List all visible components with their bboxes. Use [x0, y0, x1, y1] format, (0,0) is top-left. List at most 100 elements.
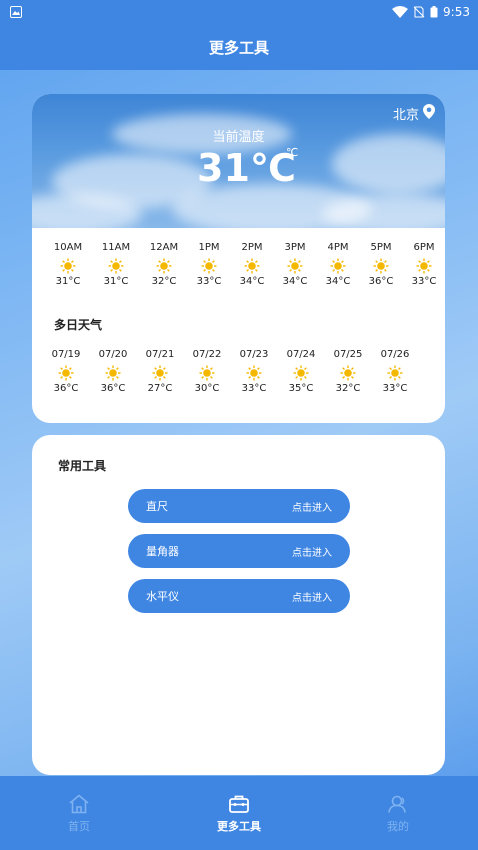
- sun-icon: [279, 363, 323, 383]
- hour-time: 1PM: [198, 242, 220, 253]
- status-time: 9:53: [443, 5, 470, 19]
- day-temp: 30°C: [194, 383, 220, 394]
- day-temp: 36°C: [53, 383, 79, 394]
- ruler-button[interactable]: 直尺 点击进入: [128, 489, 350, 523]
- level-button[interactable]: 水平仪 点击进入: [128, 579, 350, 613]
- notification-icon: [10, 6, 22, 18]
- day-temp: 27°C: [147, 383, 173, 394]
- hour-item: 1PM 33°C: [187, 242, 231, 290]
- sun-icon: [142, 256, 186, 276]
- status-bar: 9:53: [0, 0, 478, 24]
- tools-card: 常用工具 直尺 点击进入 量角器 点击进入 水平仪 点击进入: [32, 435, 445, 775]
- hour-time: 3PM: [284, 242, 306, 253]
- city-name: 北京: [392, 108, 419, 123]
- weather-card: 北京 当前温度 31℃ ℃ 10AM 31°C 11AM 31°C 12AM 3…: [32, 94, 445, 423]
- sun-icon: [138, 363, 182, 383]
- tools-title: 常用工具: [58, 459, 107, 473]
- hour-item: 10AM 31°C: [46, 242, 90, 290]
- hour-time: 6PM: [413, 242, 435, 253]
- sun-icon: [187, 256, 231, 276]
- location-pin-icon: [423, 104, 435, 123]
- hour-time: 10AM: [53, 242, 83, 253]
- nav-tools[interactable]: 更多工具: [199, 794, 279, 834]
- hour-temp: 31°C: [55, 276, 81, 287]
- hour-item: 2PM 34°C: [230, 242, 274, 290]
- hour-temp: 31°C: [103, 276, 129, 287]
- day-item: 07/26 33°C: [373, 349, 417, 397]
- sky-banner: 北京 当前温度 31℃ ℃: [32, 94, 445, 228]
- day-temp: 35°C: [288, 383, 314, 394]
- sun-icon: [185, 363, 229, 383]
- day-temp: 32°C: [335, 383, 361, 394]
- day-date: 07/26: [380, 349, 410, 360]
- tool-enter-label: 点击进入: [292, 502, 332, 514]
- day-date: 07/20: [98, 349, 128, 360]
- no-sim-icon: [413, 6, 425, 18]
- nav-profile[interactable]: 我的: [358, 794, 438, 834]
- day-item: 07/23 33°C: [232, 349, 276, 397]
- day-date: 07/25: [333, 349, 363, 360]
- tool-enter-label: 点击进入: [292, 592, 332, 604]
- hour-time: 11AM: [101, 242, 131, 253]
- day-item: 07/19 36°C: [44, 349, 88, 397]
- hour-item: 5PM 36°C: [359, 242, 403, 290]
- hour-item: 11AM 31°C: [94, 242, 138, 290]
- current-temp-label: 当前温度: [212, 130, 265, 145]
- day-temp: 36°C: [100, 383, 126, 394]
- day-temp: 33°C: [382, 383, 408, 394]
- sun-icon: [273, 256, 317, 276]
- daily-forecast: 07/19 36°C 07/20 36°C 07/21 27°C 07/22 3…: [32, 349, 445, 409]
- hour-time: 2PM: [241, 242, 263, 253]
- hour-item: 12AM 32°C: [142, 242, 186, 290]
- sun-icon: [232, 363, 276, 383]
- sun-icon: [326, 363, 370, 383]
- sun-icon: [94, 256, 138, 276]
- hour-temp: 34°C: [282, 276, 308, 287]
- profile-icon: [358, 794, 438, 818]
- tool-name: 量角器: [146, 545, 179, 558]
- battery-icon: [430, 6, 438, 18]
- multi-day-title: 多日天气: [54, 318, 103, 332]
- day-date: 07/22: [192, 349, 222, 360]
- hour-temp: 36°C: [368, 276, 394, 287]
- day-item: 07/20 36°C: [91, 349, 135, 397]
- day-date: 07/19: [51, 349, 81, 360]
- hour-item: 3PM 34°C: [273, 242, 317, 290]
- sun-icon: [359, 256, 403, 276]
- sun-icon: [316, 256, 360, 276]
- tool-enter-label: 点击进入: [292, 547, 332, 559]
- wifi-icon: [392, 6, 409, 18]
- toolbox-icon: [199, 794, 279, 818]
- hour-time: 12AM: [149, 242, 179, 253]
- hour-temp: 33°C: [411, 276, 437, 287]
- nav-label: 更多工具: [217, 820, 261, 833]
- hour-time: 4PM: [327, 242, 349, 253]
- location-selector[interactable]: 北京: [393, 104, 435, 123]
- sun-icon: [46, 256, 90, 276]
- nav-label: 首页: [68, 820, 90, 833]
- home-icon: [39, 794, 119, 818]
- hour-item: 6PM 33°C: [402, 242, 445, 290]
- hour-temp: 33°C: [196, 276, 222, 287]
- sun-icon: [230, 256, 274, 276]
- protractor-button[interactable]: 量角器 点击进入: [128, 534, 350, 568]
- tool-name: 水平仪: [146, 590, 179, 603]
- day-item: 07/24 35°C: [279, 349, 323, 397]
- day-item: 07/22 30°C: [185, 349, 229, 397]
- bottom-nav: 首页 更多工具 我的: [0, 776, 478, 850]
- nav-label: 我的: [387, 820, 409, 833]
- day-temp: 33°C: [241, 383, 267, 394]
- nav-home[interactable]: 首页: [39, 794, 119, 834]
- sun-icon: [402, 256, 445, 276]
- hour-temp: 32°C: [151, 276, 177, 287]
- sun-icon: [91, 363, 135, 383]
- hourly-forecast: 10AM 31°C 11AM 31°C 12AM 32°C 1PM 33°C 2…: [32, 242, 445, 302]
- hour-temp: 34°C: [239, 276, 265, 287]
- day-item: 07/25 32°C: [326, 349, 370, 397]
- hour-temp: 34°C: [325, 276, 351, 287]
- day-date: 07/24: [286, 349, 316, 360]
- sun-icon: [373, 363, 417, 383]
- hour-item: 4PM 34°C: [316, 242, 360, 290]
- page-title: 更多工具: [0, 24, 478, 70]
- tool-name: 直尺: [146, 500, 168, 513]
